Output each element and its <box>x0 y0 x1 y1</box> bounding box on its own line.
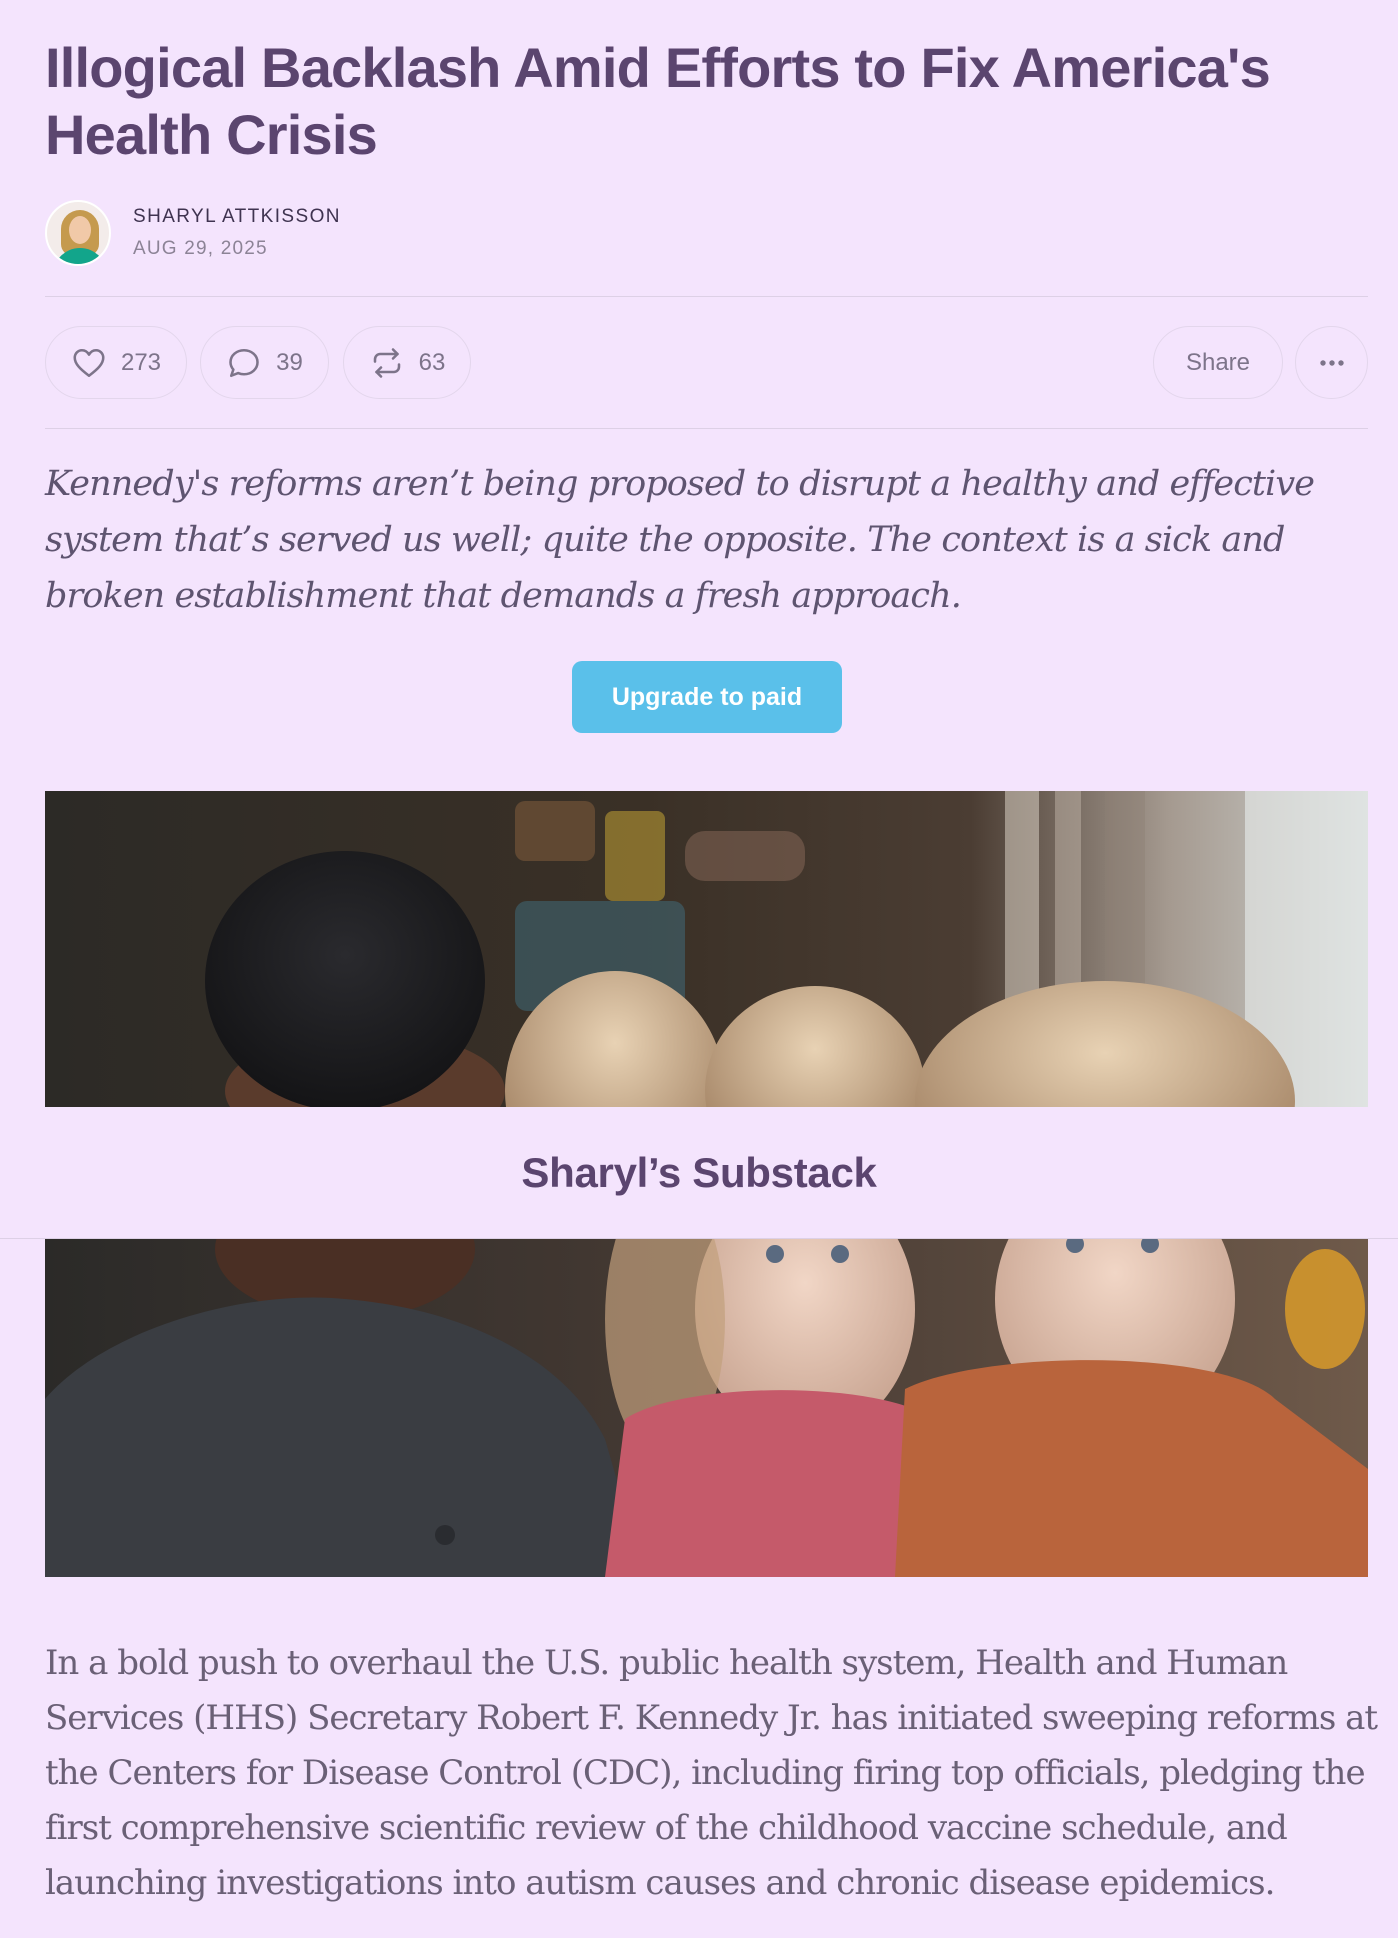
share-label: Share <box>1185 348 1251 376</box>
byline-text: SHARYL ATTKISSON AUG 29, 2025 <box>133 206 341 260</box>
byline: SHARYL ATTKISSON AUG 29, 2025 <box>45 198 341 268</box>
post-date: AUG 29, 2025 <box>133 238 268 259</box>
comment-count: 39 <box>276 348 303 376</box>
ellipsis-icon <box>1319 359 1344 366</box>
post-body-paragraph: In a bold push to overhaul the U.S. publ… <box>45 1643 1378 1903</box>
hero-image-bottom-graphic <box>45 1239 1368 1577</box>
upgrade-to-paid-button[interactable]: Upgrade to paid <box>572 661 842 733</box>
publication-header: Sharyl’s Substack <box>0 1107 1398 1239</box>
like-button[interactable]: 273 <box>45 326 187 399</box>
share-button[interactable]: Share <box>1153 326 1283 399</box>
speech-bubble-icon <box>229 348 259 377</box>
hero-image-lower <box>45 1239 1368 1577</box>
post-actions-bar: 273 39 63 Share <box>45 326 1368 399</box>
divider-bottom <box>45 428 1368 429</box>
publication-name[interactable]: Sharyl’s Substack <box>521 1149 876 1197</box>
author-avatar[interactable] <box>45 200 111 266</box>
post-subtitle: Kennedy's reforms aren’t being proposed … <box>45 464 1315 616</box>
post-title: Illogical Backlash Amid Efforts to Fix A… <box>45 36 1271 166</box>
author-name[interactable]: SHARYL ATTKISSON <box>133 206 341 228</box>
restack-button[interactable]: 63 <box>343 326 471 399</box>
restack-count: 63 <box>418 348 446 376</box>
hero-image <box>45 791 1368 1107</box>
heart-icon <box>73 348 105 377</box>
more-options-button[interactable] <box>1295 326 1368 399</box>
like-count: 273 <box>120 348 162 376</box>
restack-arrows-icon <box>373 347 400 378</box>
hero-image-top-graphic <box>45 791 1368 1107</box>
post-page: Illogical Backlash Amid Efforts to Fix A… <box>0 0 1398 1938</box>
divider-top <box>45 296 1368 297</box>
comment-button[interactable]: 39 <box>200 326 329 399</box>
